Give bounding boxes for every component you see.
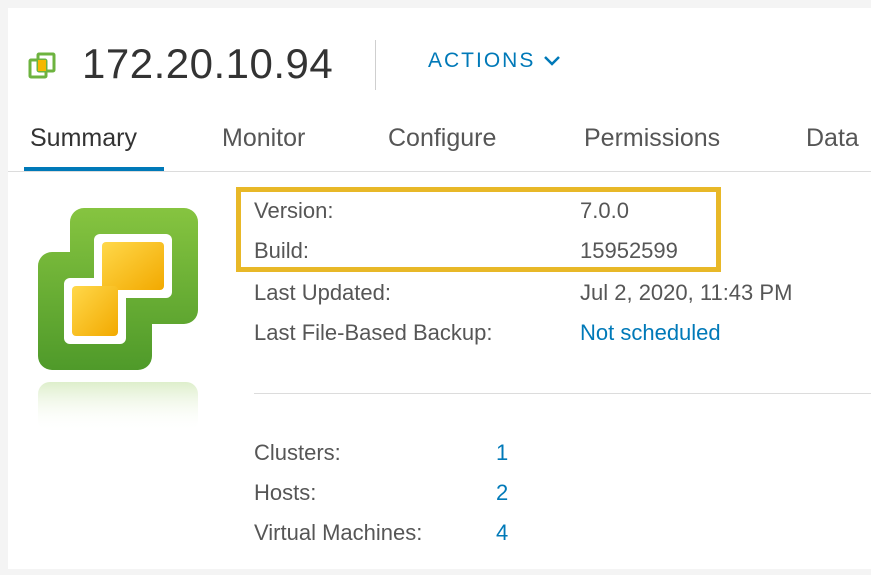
vms-count-link[interactable]: 4: [496, 518, 508, 548]
tabs-divider: [8, 171, 871, 172]
actions-menu-button[interactable]: ACTIONS: [428, 49, 561, 73]
version-value: 7.0.0: [580, 198, 629, 223]
vms-label: Virtual Machines:: [254, 520, 423, 545]
actions-label: ACTIONS: [428, 49, 536, 72]
clusters-count-link[interactable]: 1: [496, 438, 508, 468]
build-label: Build:: [254, 238, 310, 263]
header-divider: [375, 40, 376, 90]
vsphere-logo-icon: [34, 200, 210, 440]
tab-permissions[interactable]: Permissions: [584, 122, 720, 154]
tab-configure[interactable]: Configure: [388, 122, 496, 154]
vcenter-server-icon: [28, 52, 56, 80]
chevron-down-icon: [544, 56, 561, 66]
tab-datastores[interactable]: Data: [806, 122, 859, 154]
clusters-label: Clusters:: [254, 440, 341, 465]
backup-schedule-link[interactable]: Not scheduled: [580, 318, 721, 348]
tab-bar: Summary Monitor Configure Permissions Da…: [0, 118, 871, 170]
version-label: Version:: [254, 198, 334, 223]
hosts-count-link[interactable]: 2: [496, 478, 508, 508]
page-title: 172.20.10.94: [82, 40, 334, 87]
build-value: 15952599: [580, 238, 678, 263]
last-updated-label: Last Updated:: [254, 280, 391, 305]
backup-label: Last File-Based Backup:: [254, 320, 493, 345]
last-updated-value: Jul 2, 2020, 11:43 PM: [580, 280, 793, 305]
section-divider: [254, 393, 871, 394]
hosts-label: Hosts:: [254, 480, 317, 505]
tab-monitor[interactable]: Monitor: [222, 122, 305, 154]
tab-summary[interactable]: Summary: [30, 122, 137, 154]
